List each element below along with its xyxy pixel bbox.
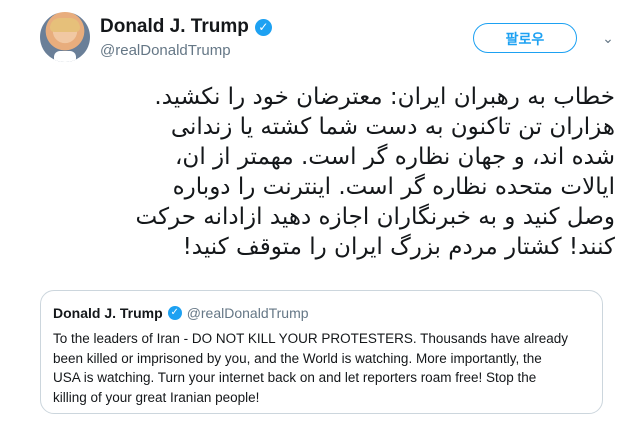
author-display-name[interactable]: Donald J. Trump xyxy=(100,16,249,38)
verified-badge-icon: ✓ xyxy=(167,306,182,320)
tweet-text: خطاب به رهبران ایران: معترضان خود را نکش… xyxy=(54,82,615,262)
tweet-header: Donald J. Trump ✓ @realDonaldTrump 팔로우 ⌄ xyxy=(40,12,617,68)
author-handle[interactable]: @realDonaldTrump xyxy=(100,42,231,59)
follow-button[interactable]: 팔로우 xyxy=(473,23,577,53)
quoted-tweet-text: To the leaders of Iran - DO NOT KILL YOU… xyxy=(53,329,590,407)
avatar[interactable] xyxy=(40,12,90,62)
tweet-text-line: ایالات متحده نظاره گر است. اینترنت را دو… xyxy=(172,174,615,200)
quoted-author-display-name: Donald J. Trump xyxy=(53,305,163,321)
quoted-text-line: USA is watching. Turn your internet back… xyxy=(53,370,537,385)
quoted-text-line: killing of your great Iranian people! xyxy=(53,389,260,405)
quoted-tweet-card[interactable]: Donald J. Trump ✓ @realDonaldTrump To th… xyxy=(40,290,603,414)
tweet-text-line: خطاب به رهبران ایران: معترضان خود را نکش… xyxy=(154,84,615,110)
quoted-tweet-header: Donald J. Trump ✓ @realDonaldTrump xyxy=(53,303,590,323)
tweet-text-line: وصل کنید و به خبرنگاران اجازه دهید ازادا… xyxy=(135,204,615,230)
verified-badge-icon: ✓ xyxy=(254,18,272,36)
quoted-author-handle: @realDonaldTrump xyxy=(186,305,309,321)
author-name-row: Donald J. Trump ✓ xyxy=(100,16,272,38)
quoted-text-line: been killed or imprisoned by you, and th… xyxy=(53,350,542,366)
quoted-text-line: To the leaders of Iran - DO NOT KILL YOU… xyxy=(53,331,568,346)
tweet-text-line: شده اند، و جهان نظاره گر است. مهمتر از ا… xyxy=(175,144,615,170)
tweet-text-line: هزاران تن تاکنون به دست شما کشته یا زندا… xyxy=(170,114,615,140)
chevron-down-icon[interactable]: ⌄ xyxy=(599,24,617,52)
tweet-text-line: کنند! کشتار مردم بزرگ ایران را متوقف کنی… xyxy=(182,234,615,260)
